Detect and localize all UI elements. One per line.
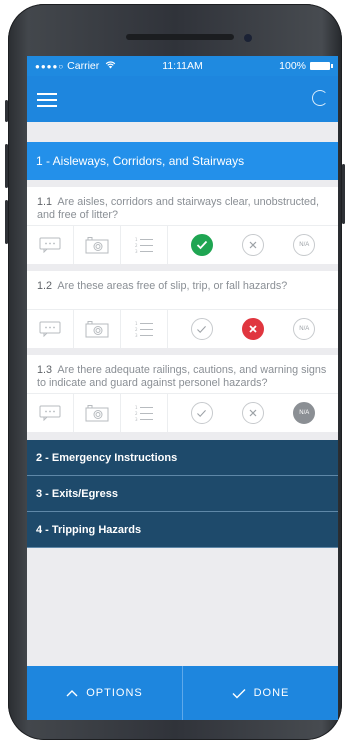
no-button[interactable] bbox=[241, 402, 264, 424]
comment-icon bbox=[39, 237, 61, 253]
svg-text:3: 3 bbox=[135, 417, 138, 422]
no-button[interactable] bbox=[241, 318, 264, 340]
camera-icon bbox=[85, 321, 109, 338]
section-title: 3 - Exits/Egress bbox=[36, 487, 118, 500]
list-icon: 123 bbox=[135, 321, 153, 338]
x-icon bbox=[249, 325, 257, 333]
na-button[interactable]: N/A bbox=[293, 234, 316, 256]
photo-button[interactable] bbox=[74, 226, 121, 264]
section-header[interactable]: 4 - Tripping Hazards bbox=[27, 512, 338, 548]
photo-button[interactable] bbox=[74, 310, 121, 348]
list-icon: 123 bbox=[135, 237, 153, 254]
check-icon bbox=[197, 409, 207, 417]
svg-text:1: 1 bbox=[135, 405, 138, 410]
chevron-up-icon bbox=[66, 690, 78, 697]
list-icon: 123 bbox=[135, 405, 153, 422]
question-actions: 123 N/A bbox=[27, 309, 338, 348]
svg-text:2: 2 bbox=[135, 243, 138, 248]
question-text-block: 1.1 Are aisles, corridors and stairways … bbox=[27, 187, 338, 225]
screen: ●●●●○ Carrier 11:11AM 100% 1 - Aisleways… bbox=[27, 56, 338, 720]
x-icon bbox=[249, 409, 257, 417]
svg-text:1: 1 bbox=[135, 237, 138, 242]
question-card: 1.1 Are aisles, corridors and stairways … bbox=[27, 187, 338, 264]
list-button[interactable]: 123 bbox=[121, 394, 168, 432]
done-button[interactable]: DONE bbox=[182, 666, 338, 720]
section-header[interactable]: 2 - Emergency Instructions bbox=[27, 440, 338, 476]
question-card: 1.3 Are there adequate railings, caution… bbox=[27, 355, 338, 432]
svg-text:1: 1 bbox=[135, 321, 138, 326]
app-bar bbox=[27, 76, 338, 122]
list-button[interactable]: 123 bbox=[121, 226, 168, 264]
camera-icon bbox=[85, 405, 109, 422]
checklist: 1 - Aisleways, Corridors, and Stairways … bbox=[27, 122, 338, 548]
na-label: N/A bbox=[299, 410, 310, 416]
na-button[interactable]: N/A bbox=[293, 402, 316, 424]
bottom-action-bar: OPTIONS DONE bbox=[27, 666, 338, 720]
question-text: Are these areas free of slip, trip, or f… bbox=[57, 280, 288, 292]
question-text-block: 1.3 Are there adequate railings, caution… bbox=[27, 355, 338, 393]
volume-button bbox=[5, 200, 8, 244]
volume-button bbox=[5, 144, 8, 188]
done-label: DONE bbox=[253, 687, 290, 699]
na-label: N/A bbox=[299, 326, 310, 332]
options-button[interactable]: OPTIONS bbox=[27, 666, 182, 720]
answer-choices: N/A bbox=[168, 234, 338, 256]
na-button[interactable]: N/A bbox=[293, 318, 316, 340]
status-bar: ●●●●○ Carrier 11:11AM 100% bbox=[27, 56, 338, 76]
comment-icon bbox=[39, 321, 61, 337]
check-icon bbox=[232, 688, 246, 698]
question-text: Are there adequate railings, cautions, a… bbox=[37, 364, 327, 390]
comment-icon bbox=[39, 405, 61, 421]
mute-switch bbox=[5, 100, 8, 122]
svg-text:3: 3 bbox=[135, 333, 138, 338]
answer-choices: N/A bbox=[168, 318, 338, 340]
list-button[interactable]: 123 bbox=[121, 310, 168, 348]
svg-text:2: 2 bbox=[135, 327, 138, 332]
comment-button[interactable] bbox=[27, 226, 74, 264]
question-number: 1.1 bbox=[37, 196, 53, 208]
yes-button[interactable] bbox=[190, 318, 213, 340]
yes-button[interactable] bbox=[190, 402, 213, 424]
phone-frame: ●●●●○ Carrier 11:11AM 100% 1 - Aisleways… bbox=[5, 4, 345, 740]
svg-text:2: 2 bbox=[135, 411, 138, 416]
question-text-block: 1.2 Are these areas free of slip, trip, … bbox=[27, 271, 338, 309]
section-title: 2 - Emergency Instructions bbox=[36, 451, 178, 464]
section-header[interactable]: 3 - Exits/Egress bbox=[27, 476, 338, 512]
front-camera bbox=[244, 34, 252, 42]
question-number: 1.2 bbox=[37, 280, 53, 292]
refresh-icon[interactable] bbox=[312, 90, 328, 106]
photo-button[interactable] bbox=[74, 394, 121, 432]
menu-icon[interactable] bbox=[37, 93, 57, 107]
comment-button[interactable] bbox=[27, 394, 74, 432]
check-icon bbox=[196, 240, 207, 250]
question-actions: 123 N/A bbox=[27, 393, 338, 432]
section-title: 4 - Tripping Hazards bbox=[36, 523, 142, 536]
answer-choices: N/A bbox=[168, 402, 338, 424]
comment-button[interactable] bbox=[27, 310, 74, 348]
earpiece bbox=[126, 34, 234, 40]
battery-icon bbox=[310, 62, 333, 70]
x-icon bbox=[249, 241, 257, 249]
no-button[interactable] bbox=[241, 234, 264, 256]
question-text: Are aisles, corridors and stairways clea… bbox=[37, 196, 320, 222]
clock: 11:11AM bbox=[162, 60, 203, 72]
na-label: N/A bbox=[299, 242, 310, 248]
svg-text:3: 3 bbox=[135, 249, 138, 254]
options-label: OPTIONS bbox=[86, 687, 143, 699]
section-header-active[interactable]: 1 - Aisleways, Corridors, and Stairways bbox=[27, 142, 338, 180]
power-button bbox=[342, 164, 345, 224]
question-number: 1.3 bbox=[37, 364, 53, 376]
yes-button[interactable] bbox=[190, 234, 213, 256]
question-card: 1.2 Are these areas free of slip, trip, … bbox=[27, 271, 338, 348]
section-title: 1 - Aisleways, Corridors, and Stairways bbox=[36, 154, 245, 168]
check-icon bbox=[197, 325, 207, 333]
question-actions: 123 N/A bbox=[27, 225, 338, 264]
camera-icon bbox=[85, 237, 109, 254]
